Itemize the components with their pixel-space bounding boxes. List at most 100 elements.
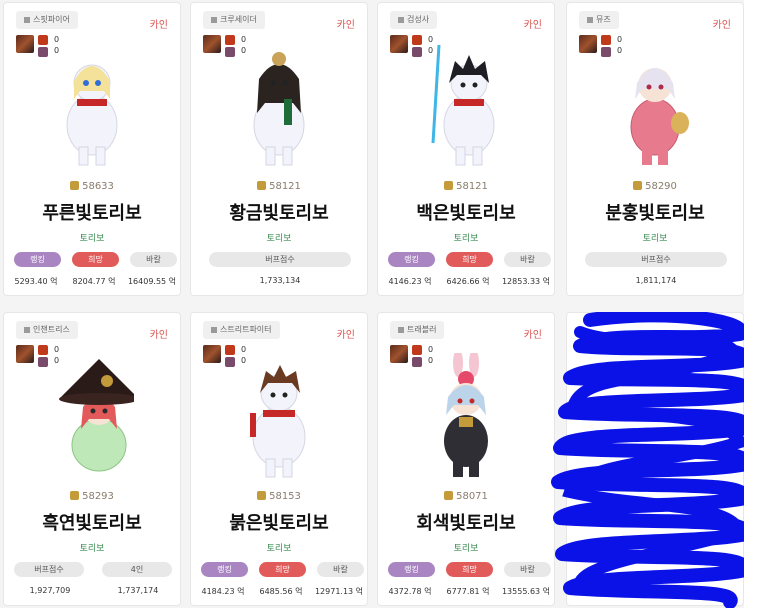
level-value: 58633	[82, 181, 114, 192]
creature-icon	[601, 47, 611, 57]
creature-icon	[412, 357, 422, 367]
title-icon	[412, 35, 422, 45]
equip-summary: 0 0	[203, 35, 246, 59]
guild-name[interactable]: 토리보	[567, 231, 743, 244]
creature-icon	[225, 357, 235, 367]
title-icon	[601, 35, 611, 45]
character-card[interactable]: 스핏파이어 카인 0 0 58633 푸른빛토리보 토리보 랭킹 희망 바칼 5…	[3, 2, 181, 296]
server-label: 카인	[712, 20, 731, 31]
crest-icon	[70, 491, 80, 500]
job-icon	[211, 16, 217, 23]
bakal-pill: 바칼	[317, 562, 364, 577]
title-icon	[38, 345, 48, 355]
job-label: 인챈트리스	[33, 325, 70, 334]
level-value: 58121	[456, 181, 488, 192]
title-icon	[412, 345, 422, 355]
level-display: 58071	[378, 491, 554, 502]
crest-icon	[444, 181, 454, 190]
level-value: 58071	[456, 491, 488, 502]
guild-name[interactable]: 토리보	[4, 541, 180, 554]
ranking-pill: 랭킹	[201, 562, 248, 577]
ranking-value: 5293.40 억	[14, 277, 58, 286]
creature-icon	[225, 47, 235, 57]
level-display: 58121	[191, 181, 367, 192]
bakal-value: 13555.63 억	[501, 587, 551, 596]
job-tag: 인챈트리스	[16, 321, 78, 339]
server-label: 카인	[149, 330, 168, 341]
job-tag: 크루세이더	[203, 11, 265, 29]
guild-name[interactable]: 토리보	[378, 231, 554, 244]
job-label: 검성사	[407, 15, 430, 24]
job-label: 뮤즈	[596, 15, 611, 24]
creature-icon	[38, 47, 48, 57]
equip-summary: 0 0	[390, 345, 433, 369]
job-icon	[398, 16, 404, 23]
weapon-icon	[579, 35, 597, 53]
hope-value: 6426.66 억	[446, 277, 490, 286]
title-icon	[225, 345, 235, 355]
equip-summary: 0 0	[16, 35, 59, 59]
hope-pill: 희망	[446, 252, 493, 267]
job-icon	[24, 16, 30, 23]
buff-score-value: 1,927,709	[29, 586, 71, 595]
level-display: 58121	[378, 181, 554, 192]
character-card[interactable]: 뮤즈 카인 0 0 58290 분홍빛토리보 토리보 버프점수 1,811,17…	[566, 2, 744, 296]
ranking-value: 4146.23 억	[388, 277, 432, 286]
guild-name[interactable]: 토리보	[4, 231, 180, 244]
crest-icon	[70, 181, 80, 190]
character-avatar	[250, 365, 306, 478]
crest-icon	[257, 181, 267, 190]
character-card[interactable]: 인챈트리스 카인 0 0 58293 흑연빛토리보 토리보 버프점수 4인 1,…	[3, 312, 181, 606]
hope-value: 8204.77 억	[72, 277, 116, 286]
server-label: 카인	[336, 330, 355, 341]
character-card[interactable]: 트래블러 카인 0 0 58071 회색빛토리보 토리보 랭킹 희망 바칼 43…	[377, 312, 555, 606]
weapon-icon	[390, 35, 408, 53]
title-icon	[225, 35, 235, 45]
job-label: 트래블러	[407, 325, 437, 334]
character-avatar	[66, 64, 118, 166]
ranking-value: 4372.78 억	[388, 587, 432, 596]
character-name: 분홍빛토리보	[605, 203, 705, 224]
weapon-icon	[390, 345, 408, 363]
character-avatar	[444, 353, 488, 477]
job-label: 스핏파이어	[33, 15, 70, 24]
weapon-icon	[16, 345, 34, 363]
equip-summary: 0 0	[579, 35, 622, 59]
ranking-value: 4184.23 억	[201, 587, 245, 596]
hope-pill: 희망	[259, 562, 306, 577]
job-icon	[24, 326, 30, 333]
creature-icon	[412, 47, 422, 57]
guild-name[interactable]: 토리보	[378, 541, 554, 554]
bakal-pill: 바칼	[504, 252, 551, 267]
job-tag: 트래블러	[390, 321, 445, 339]
guild-name[interactable]: 토리보	[191, 231, 367, 244]
weapon-icon	[16, 35, 34, 53]
character-name: 흑연빛토리보	[42, 513, 142, 534]
bakal-pill: 바칼	[130, 252, 177, 267]
character-card[interactable]: 스트리트파이터 카인 0 0 58153 붉은빛토리보 토리보 랭킹 희망 바칼…	[190, 312, 368, 606]
job-icon	[211, 326, 217, 333]
level-display: 58290	[567, 181, 743, 192]
guild-name[interactable]: 토리보	[191, 541, 367, 554]
character-avatar	[253, 52, 305, 166]
server-label: 카인	[523, 330, 542, 341]
server-label: 카인	[336, 20, 355, 31]
ranking-pill: 랭킹	[388, 252, 435, 267]
character-card[interactable]: 크루세이더 카인 0 0 58121 황금빛토리보 토리보 버프점수 1,733…	[190, 2, 368, 296]
hope-pill: 희망	[446, 562, 493, 577]
job-tag: 검성사	[390, 11, 438, 29]
party-pill: 4인	[102, 562, 172, 577]
server-label: 카인	[523, 20, 542, 31]
level-display: 58633	[4, 181, 180, 192]
weapon-icon	[203, 345, 221, 363]
character-name: 회색빛토리보	[416, 513, 516, 534]
creature-icon	[38, 357, 48, 367]
crest-icon	[633, 181, 643, 190]
character-avatar	[630, 68, 689, 165]
character-card[interactable]: 검성사 카인 0 0 58121 백은빛토리보 토리보 랭킹 희망 바칼 414…	[377, 2, 555, 296]
job-label: 스트리트파이터	[220, 325, 272, 334]
server-label: 카인	[149, 20, 168, 31]
level-display: 58153	[191, 491, 367, 502]
bakal-value: 12971.13 억	[314, 587, 364, 596]
ranking-pill: 랭킹	[388, 562, 435, 577]
